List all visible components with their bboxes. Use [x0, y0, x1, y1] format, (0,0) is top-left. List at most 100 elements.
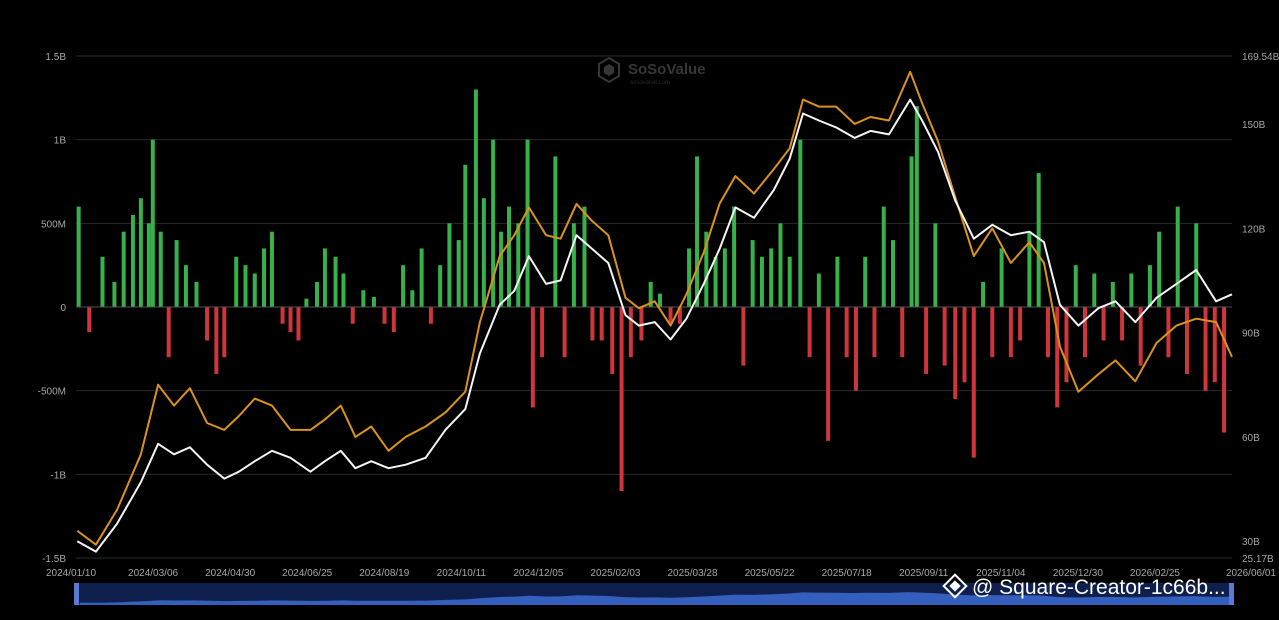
outflow-bar	[1212, 307, 1217, 383]
x-axis-tick-label: 2024/01/10	[46, 568, 96, 579]
left-axis-tick-label: 1.5B	[45, 52, 66, 63]
outflow-bar	[205, 307, 210, 341]
inflow-bar	[713, 256, 718, 307]
inflow-bar	[516, 223, 521, 307]
inflow-bar	[194, 281, 199, 307]
inflow-bar	[456, 240, 461, 307]
outflow-bar	[166, 307, 171, 358]
inflow-bar	[1129, 273, 1134, 307]
outflow-bar	[1083, 307, 1088, 358]
navigator-left-handle[interactable]	[74, 583, 79, 605]
outflow-bar	[610, 307, 615, 374]
inflow-bar	[981, 281, 986, 307]
inflow-bar	[863, 256, 868, 307]
outflow-bar	[590, 307, 595, 341]
outflow-bar	[1008, 307, 1013, 358]
watermark-tagline: sosovalue.com	[630, 80, 670, 86]
inflow-bar	[100, 256, 105, 307]
inflow-bar	[447, 223, 452, 307]
inflow-bar	[499, 231, 504, 307]
left-axis-tick-label: 500M	[41, 219, 66, 230]
outflow-bar	[924, 307, 929, 374]
outflow-bar	[971, 307, 976, 458]
x-axis-tick-label: 2024/08/19	[359, 568, 409, 579]
left-axis-tick-label: -500M	[38, 387, 66, 398]
inflow-bar	[401, 265, 406, 307]
right-y-axis: 169.54B 150B 120B 90B 60B 30B 25.17B	[1242, 52, 1279, 565]
x-axis-tick-label: 2025/05/22	[745, 568, 795, 579]
inflow-bar	[333, 256, 338, 307]
inflow-bar	[582, 206, 587, 307]
left-axis-tick-label: -1.5B	[42, 554, 66, 565]
left-y-axis: 1.5B 1B 500M 0 -500M -1B -1.5B	[38, 52, 67, 565]
inflow-bar	[687, 248, 692, 307]
outflow-bar	[391, 307, 396, 333]
outflow-bar	[953, 307, 958, 400]
inflow-bar	[909, 156, 914, 307]
outflow-bar	[900, 307, 905, 358]
outflow-bar	[428, 307, 433, 324]
inflow-bar	[183, 265, 188, 307]
inflow-bar	[891, 240, 896, 307]
inflow-bar	[722, 248, 727, 307]
inflow-bar	[150, 139, 155, 307]
left-axis-tick-label: -1B	[50, 470, 66, 481]
inflow-bar	[750, 240, 755, 307]
outflow-bar	[222, 307, 227, 358]
outflow-bar	[599, 307, 604, 341]
inflow-bar	[174, 240, 179, 307]
x-axis-tick-label: 2024/04/30	[205, 568, 255, 579]
inflow-bar	[438, 265, 443, 307]
outflow-bar	[296, 307, 301, 341]
outflow-bar	[214, 307, 219, 374]
outflow-bar	[1018, 307, 1023, 341]
outflow-bar	[990, 307, 995, 358]
x-axis-tick-label: 2024/10/11	[437, 568, 487, 579]
outflow-bar	[540, 307, 545, 358]
outflow-bar	[1045, 307, 1050, 358]
inflow-bar	[361, 290, 366, 307]
right-axis-tick-label: 30B	[1242, 537, 1260, 548]
inflow-bar	[999, 248, 1004, 307]
outflow-bar	[872, 307, 877, 358]
inflow-bar	[787, 256, 792, 307]
inflow-bar	[769, 248, 774, 307]
inflow-bar	[881, 206, 886, 307]
inflow-bar	[322, 248, 327, 307]
inflow-bar	[1147, 265, 1152, 307]
outflow-bar	[628, 307, 633, 358]
outflow-bar	[942, 307, 947, 366]
outflow-bar	[741, 307, 746, 366]
sosovalue-watermark: SoSoValue sosovalue.com	[598, 56, 706, 86]
x-axis-tick-label: 2024/03/06	[128, 568, 178, 579]
inflow-bar	[914, 106, 919, 307]
inflow-bar	[243, 265, 248, 307]
inflow-bar	[525, 139, 530, 307]
outflow-bar	[1120, 307, 1125, 341]
inflow-bar	[732, 206, 737, 307]
binance-diamond-icon	[942, 573, 968, 600]
flow-bars	[76, 89, 1232, 492]
inflow-bar	[1194, 223, 1199, 307]
inflow-bar	[158, 231, 163, 307]
left-axis-tick-label: 0	[60, 303, 66, 314]
inflow-bar	[410, 290, 415, 307]
inflow-bar	[234, 256, 239, 307]
watermark-brand: SoSoValue	[628, 61, 706, 78]
inflow-bar	[121, 231, 126, 307]
inflow-bar	[798, 139, 803, 307]
outflow-bar	[350, 307, 355, 324]
inflow-bar	[759, 256, 764, 307]
outflow-bar	[382, 307, 387, 324]
outflow-bar	[619, 307, 624, 492]
right-axis-tick-label: 25.17B	[1242, 554, 1274, 565]
outflow-bar	[844, 307, 849, 358]
inflow-bar	[76, 206, 81, 307]
right-axis-tick-label: 120B	[1242, 224, 1266, 235]
sosovalue-logo-icon	[598, 56, 620, 84]
navigator-right-handle[interactable]	[1229, 583, 1234, 605]
x-axis-tick-label: 2026/06/01	[1226, 568, 1276, 579]
inflow-bar	[146, 223, 151, 307]
inflow-bar	[553, 156, 558, 307]
outflow-bar	[530, 307, 535, 408]
